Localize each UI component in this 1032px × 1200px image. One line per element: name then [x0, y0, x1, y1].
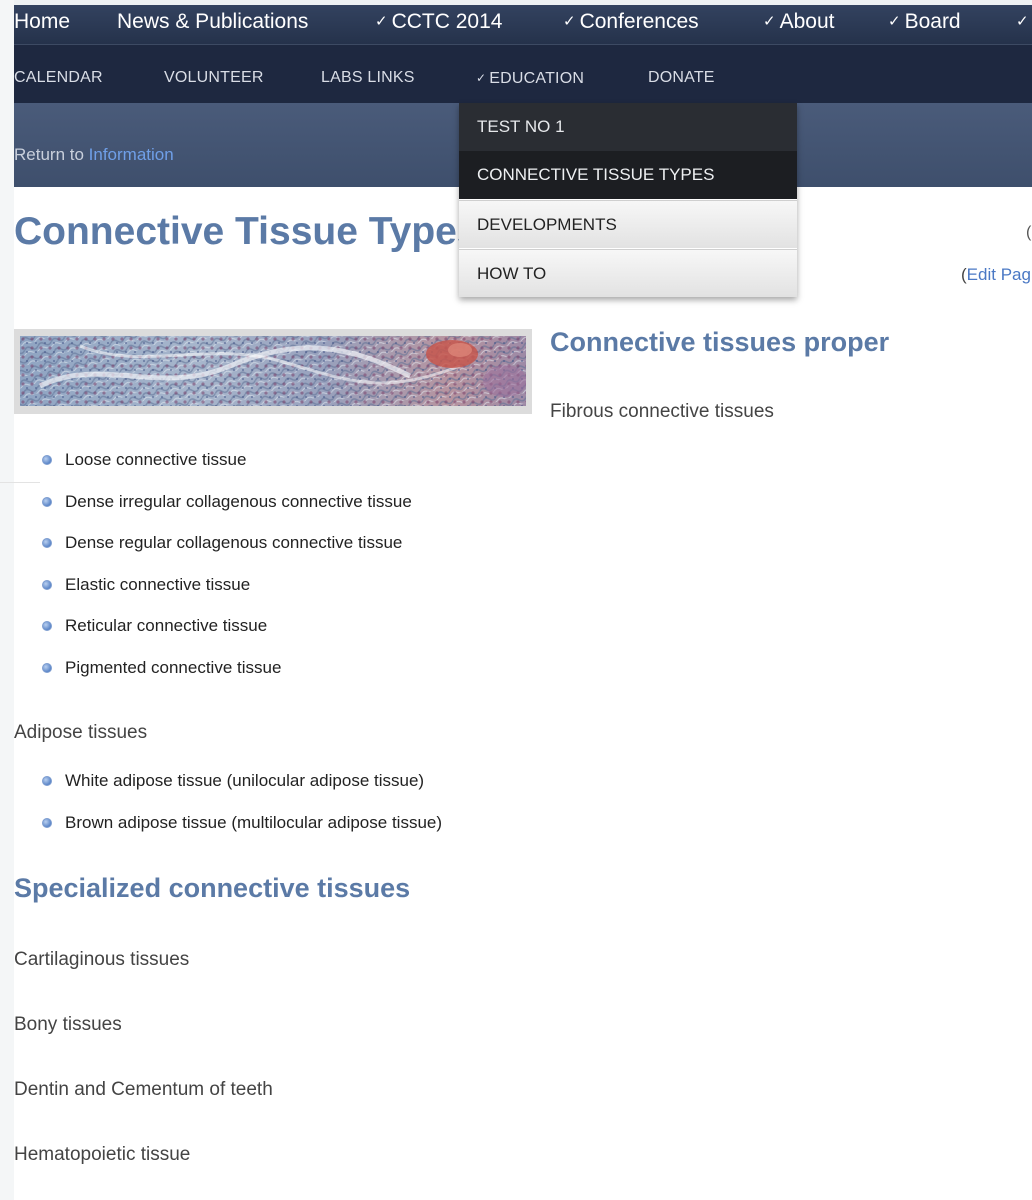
bullet-icon [42, 621, 52, 631]
chevron-down-icon: ✓ [563, 13, 576, 30]
dropdown-item-label: CONNECTIVE TISSUE TYPES [477, 165, 715, 184]
chevron-down-icon: ✓ [888, 13, 901, 30]
subnav-donate[interactable]: DONATE [648, 45, 715, 103]
nav-news-label: News & Publications [117, 10, 309, 33]
specialized-item: Cartilaginous tissues [14, 949, 190, 970]
list-item: Brown adipose tissue (multilocular adipo… [40, 813, 442, 855]
list-item-text: Elastic connective tissue [65, 574, 251, 594]
nav-board-label: Board [904, 10, 961, 33]
subnav-volunteer-label: VOLUNTEER [164, 69, 264, 86]
bullet-icon [42, 496, 52, 507]
bullet-icon [42, 455, 52, 465]
list-item-text: Dense irregular collagenous connective t… [65, 491, 412, 511]
chevron-down-icon: ✓ [763, 13, 776, 30]
nav-home[interactable]: Home [14, 5, 70, 44]
chevron-down-icon: ✓ [1016, 13, 1029, 30]
list-item: Pigmented connective tissue [40, 658, 412, 700]
list-item: White adipose tissue (unilocular adipose… [40, 771, 442, 813]
nav-home-label: Home [14, 10, 71, 33]
adipose-list: White adipose tissue (unilocular adipose… [40, 771, 442, 854]
bullet-icon [42, 579, 52, 590]
specialized-item: Hematopoietic tissue [14, 1144, 191, 1165]
nav-conferences-label: Conferences [579, 10, 699, 33]
chevron-down-icon: ✓ [476, 71, 487, 85]
fibrous-list: Loose connective tissue Dense irregular … [40, 450, 412, 699]
edit-open-paren: ( [1026, 224, 1032, 241]
education-dropdown: TEST NO 1 CONNECTIVE TISSUE TYPES DEVELO… [459, 103, 797, 297]
nav-about[interactable]: ✓ About [763, 5, 834, 44]
sub-nav: CALENDAR VOLUNTEER LABS LINKS ✓ EDUCATION… [14, 44, 1032, 103]
section-heading-specialized: Specialized connective tissues [14, 873, 411, 903]
dropdown-item-developments[interactable]: DEVELOPMENTS [459, 200, 797, 248]
list-item-text: Loose connective tissue [65, 450, 247, 469]
tissue-histology-image [20, 336, 526, 406]
nav-about-label: About [779, 10, 835, 33]
list-item: Elastic connective tissue [40, 575, 412, 617]
bullet-icon [42, 776, 52, 786]
edit-page-link[interactable]: Edit Pag [967, 265, 1031, 284]
adipose-label: Adipose tissues [14, 722, 148, 743]
bullet-icon [42, 662, 52, 673]
list-item-text: Pigmented connective tissue [65, 657, 282, 677]
list-item: Dense regular collagenous connective tis… [40, 533, 412, 575]
list-item: Dense irregular collagenous connective t… [40, 492, 412, 534]
subnav-calendar-label: CALENDAR [14, 69, 103, 86]
breadcrumb-link[interactable]: Information [89, 145, 174, 164]
left-divider [0, 482, 40, 483]
list-item-text: Dense regular collagenous connective tis… [65, 533, 403, 552]
list-item: Reticular connective tissue [40, 616, 412, 658]
dropdown-item-test-no-1[interactable]: TEST NO 1 [459, 103, 797, 151]
list-item: Loose connective tissue [40, 450, 412, 492]
bullet-icon [42, 817, 52, 828]
subnav-volunteer[interactable]: VOLUNTEER [164, 45, 264, 103]
specialized-item: Dentin and Cementum of teeth [14, 1079, 273, 1100]
list-item-text: Reticular connective tissue [65, 616, 268, 635]
page-title: Connective Tissue Types [14, 210, 479, 253]
chevron-down-icon: ✓ [375, 13, 388, 30]
specialized-item: Bony tissues [14, 1014, 122, 1035]
nav-cctc-2014[interactable]: ✓ CCTC 2014 [375, 5, 502, 44]
subnav-education[interactable]: ✓ EDUCATION [476, 45, 584, 103]
dropdown-item-label: TEST NO 1 [477, 117, 565, 136]
nav-more[interactable]: ✓ [1016, 5, 1032, 44]
subnav-labs-label: LABS LINKS [321, 69, 415, 86]
subnav-donate-label: DONATE [648, 69, 715, 86]
tissue-image-frame [14, 329, 532, 414]
nav-board[interactable]: ✓ Board [888, 5, 961, 44]
dropdown-item-how-to[interactable]: HOW TO [459, 249, 797, 297]
section-heading-proper: Connective tissues proper [550, 327, 890, 357]
nav-news-publications[interactable]: News & Publications [117, 5, 308, 44]
bullet-icon [42, 538, 52, 548]
top-nav: Home News & Publications ✓ CCTC 2014 ✓ Con… [14, 5, 1032, 44]
breadcrumb: Return to Information [14, 145, 174, 165]
subnav-calendar[interactable]: CALENDAR [14, 45, 103, 103]
nav-conferences[interactable]: ✓ Conferences [563, 5, 699, 44]
fibrous-label: Fibrous connective tissues [550, 401, 774, 422]
subnav-education-label: EDUCATION [489, 70, 585, 87]
list-item-text: Brown adipose tissue (multilocular adipo… [65, 812, 443, 832]
breadcrumb-prefix: Return to [14, 145, 89, 164]
dropdown-item-connective-tissue-types[interactable]: CONNECTIVE TISSUE TYPES [459, 151, 797, 199]
list-item-text: White adipose tissue (unilocular adipose… [65, 771, 425, 790]
page-left-strip [0, 0, 14, 1200]
dropdown-item-label: HOW TO [477, 264, 547, 283]
edit-page-link-wrap: (Edit Pag [961, 265, 1031, 285]
dropdown-item-label: DEVELOPMENTS [477, 215, 617, 234]
subnav-labs-links[interactable]: LABS LINKS [321, 45, 415, 103]
nav-cctc-label: CCTC 2014 [391, 10, 503, 33]
